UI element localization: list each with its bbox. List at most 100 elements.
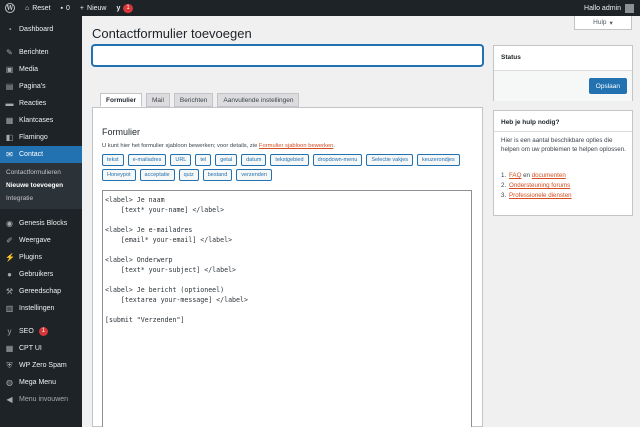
tag-button[interactable]: e-mailadres: [127, 154, 167, 166]
menu-pages[interactable]: ▤ Pagina's: [0, 78, 82, 95]
help-tab-button[interactable]: Hulp ▾: [574, 16, 632, 30]
menu-label: Pagina's: [19, 83, 46, 90]
panel-title: Formulier: [102, 127, 141, 137]
menu-settings[interactable]: ▥ Instellingen: [0, 300, 82, 317]
tag-button[interactable]: dropdown-menu: [312, 154, 363, 166]
menu-users[interactable]: ● Gebruikers: [0, 266, 82, 283]
notification-badge: 1: [123, 3, 133, 13]
tag-button[interactable]: tekst: [102, 154, 124, 166]
faq-link[interactable]: FAQ: [509, 172, 521, 179]
help-item-2: 2. Ondersteuning forums: [501, 182, 571, 189]
tag-button[interactable]: getal: [215, 154, 238, 166]
menu-mega-menu[interactable]: ◍ Mega Menu: [0, 374, 82, 391]
tag-button[interactable]: keuzerondjes: [417, 154, 460, 166]
comments-count: 0: [66, 4, 70, 12]
save-button[interactable]: Opslaan: [588, 78, 627, 94]
help-box: Heb je hulp nodig? Hier is een aantal be…: [493, 110, 633, 216]
submenu-add-new[interactable]: Nieuwe toevoegen: [0, 179, 82, 192]
menu-appearance[interactable]: ✐ Weergave: [0, 232, 82, 249]
panel-description: U kunt hier het formulier sjabloon bewer…: [102, 143, 335, 149]
form-template-textarea[interactable]: <label> Je naam [text* your-name] </labe…: [102, 190, 472, 427]
form-template-link[interactable]: Formulier sjabloon bewerken: [259, 143, 333, 149]
plug-icon: ⚡: [5, 253, 15, 262]
menu-label: Plugins: [19, 254, 42, 261]
tag-button[interactable]: tekstgebied: [270, 154, 309, 166]
collapse-icon: ◀: [6, 395, 13, 404]
tab-mail[interactable]: Mail: [145, 93, 170, 107]
docs-link[interactable]: documenten: [532, 172, 566, 179]
tag-button[interactable]: acceptatie: [139, 169, 175, 181]
help-tab-label: Hulp: [593, 19, 607, 26]
comments-menu[interactable]: ▪ 0: [56, 0, 75, 16]
menu-seo[interactable]: y SEO 1: [0, 323, 82, 340]
menu-cpt-ui[interactable]: ▦ CPT UI: [0, 340, 82, 357]
tag-button[interactable]: datum: [241, 154, 267, 166]
tag-button[interactable]: quiz: [178, 169, 199, 181]
wordpress-logo-icon: W: [5, 3, 15, 13]
menu-icon: ◍: [6, 378, 13, 387]
new-label: Nieuw: [87, 4, 107, 12]
menu-posts[interactable]: ✎ Berichten: [0, 44, 82, 61]
menu-label: Contact: [19, 151, 44, 158]
tab-aanvullende-instellingen[interactable]: Aanvullende instellingen: [217, 93, 300, 107]
menu-label: SEO: [19, 328, 34, 335]
wp-logo-menu[interactable]: W: [0, 0, 20, 16]
new-content-menu[interactable]: + Nieuw: [75, 0, 112, 16]
tag-generator-buttons: tekst e-mailadres URL tel getal datum tekstgeb…: [102, 154, 462, 181]
shield-icon: ⛨: [6, 360, 13, 370]
yoast-icon: y: [116, 4, 121, 12]
admin-bar: W ⌂ Reset ▪ 0 + Nieuw y 1 Hallo admin: [0, 0, 640, 16]
greeting: Hallo admin: [584, 4, 621, 12]
help-item-1: 1. FAQ en documenten: [501, 172, 566, 179]
menu-plugins[interactable]: ⚡ Plugins: [0, 249, 82, 266]
submenu-integration[interactable]: Integratie: [0, 192, 82, 205]
menu-media[interactable]: ▣ Media: [0, 61, 82, 78]
tag-button[interactable]: bestand: [202, 169, 233, 181]
tab-formulier[interactable]: Formulier: [100, 93, 142, 107]
tag-button[interactable]: Honeypot: [102, 169, 136, 181]
menu-label: Reacties: [19, 100, 47, 107]
menu-klantcases[interactable]: ▦ Klantcases: [0, 112, 82, 129]
page-icon: ▤: [5, 82, 14, 91]
menu-genesis-blocks[interactable]: ◉ Genesis Blocks: [0, 215, 82, 232]
menu-label: Gereedschap: [19, 288, 62, 295]
wrench-icon: ⚒: [5, 287, 14, 296]
tag-button[interactable]: tel: [195, 154, 212, 166]
editor-tabs: Formulier Mail Berichten Aanvullende ins…: [100, 93, 300, 107]
collapse-menu[interactable]: ◀ Menu invouwen: [0, 391, 82, 408]
form-title-input[interactable]: [92, 45, 483, 66]
desc-text: U kunt hier het formulier sjabloon bewer…: [102, 143, 259, 149]
menu-label: WP Zero Spam: [19, 362, 67, 369]
menu-label: Instellingen: [19, 305, 55, 312]
tag-button[interactable]: verzenden: [236, 169, 272, 181]
support-forums-link[interactable]: Ondersteuning forums: [509, 182, 570, 189]
menu-label: Media: [19, 66, 39, 73]
menu-wp-zero-spam[interactable]: ⛨ WP Zero Spam: [0, 357, 82, 374]
tag-button[interactable]: URL: [170, 154, 192, 166]
account-menu[interactable]: Hallo admin: [579, 0, 640, 16]
tab-berichten[interactable]: Berichten: [173, 93, 214, 107]
flamingo-icon: ◧: [5, 133, 14, 142]
site-name-menu[interactable]: ⌂ Reset: [20, 0, 56, 16]
status-actions: Opslaan: [494, 70, 632, 101]
settings-icon: ▥: [5, 304, 14, 313]
menu-label: Genesis Blocks: [19, 220, 68, 227]
menu-dashboard[interactable]: ◔ Dashboard: [0, 21, 82, 38]
menu-flamingo[interactable]: ◧ Flamingo: [0, 129, 82, 146]
desc-end: .: [333, 143, 335, 149]
help-text-mid: en: [521, 172, 532, 179]
professional-services-link[interactable]: Professionele diensten: [509, 192, 572, 199]
yoast-menu[interactable]: y 1: [111, 0, 137, 16]
menu-label: Berichten: [19, 49, 49, 56]
submenu-contact-forms[interactable]: Contactformulieren: [0, 166, 82, 179]
menu-label: Gebruikers: [19, 271, 54, 278]
tag-button[interactable]: Selectie vakjes: [366, 154, 413, 166]
menu-comments[interactable]: ▬ Reacties: [0, 95, 82, 112]
menu-label: Weergave: [19, 237, 51, 244]
contact-submenu: Contactformulieren Nieuwe toevoegen Inte…: [0, 163, 82, 209]
menu-tools[interactable]: ⚒ Gereedschap: [0, 283, 82, 300]
menu-contact[interactable]: ✉ Contact: [0, 146, 82, 163]
status-title: Status: [501, 54, 521, 61]
help-title: Heb je hulp nodig?: [501, 119, 560, 126]
user-icon: ●: [7, 270, 12, 279]
